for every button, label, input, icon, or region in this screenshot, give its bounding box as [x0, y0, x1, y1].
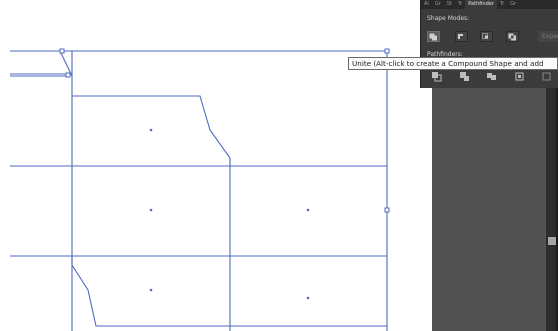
- anchor-handle-top-right: [384, 48, 390, 54]
- expand-button[interactable]: Expand: [538, 31, 558, 42]
- tab-pathfinder[interactable]: Pathfinder: [465, 0, 497, 9]
- exclude-icon: [508, 33, 516, 41]
- minus-front-mode-button[interactable]: [455, 31, 468, 42]
- intersect-mode-button[interactable]: [480, 31, 493, 42]
- unite-icon: [429, 33, 437, 41]
- tab-graphic-styles[interactable]: Gr: [507, 0, 519, 9]
- panel-tab-bar: Al Gr St Tr Pathfinder Tr Gr: [421, 0, 558, 9]
- tab-align[interactable]: Al: [421, 0, 432, 9]
- unite-tooltip: Unite (Alt-click to create a Compound Sh…: [348, 57, 558, 70]
- unite-mode-button[interactable]: [427, 31, 440, 42]
- left-stub-connector: [59, 50, 73, 77]
- merge-icon: [487, 73, 496, 80]
- anchor-handle-right-middle: [384, 207, 390, 213]
- center-point-2: [149, 208, 153, 212]
- divide-icon: [432, 72, 442, 82]
- artboard-paths[interactable]: [0, 0, 432, 331]
- pathfinder-panel: Al Gr St Tr Pathfinder Tr Gr Shape Modes: Expa…: [420, 0, 558, 88]
- outline-icon: [542, 72, 551, 81]
- shape-modes-label: Shape Modes:: [427, 15, 470, 22]
- tab-transform[interactable]: Tr: [497, 0, 507, 9]
- intersect-icon: [482, 33, 488, 39]
- center-point-4: [149, 288, 153, 292]
- anchor-handle-top-left: [59, 48, 65, 54]
- anchor-handle-left-stub: [65, 72, 71, 78]
- center-point-1: [149, 128, 153, 132]
- workspace-background: [432, 88, 546, 331]
- crop-icon: [515, 72, 524, 81]
- center-point-3: [306, 208, 310, 212]
- center-point-5: [306, 296, 310, 300]
- trim-icon: [460, 72, 469, 81]
- minus-front-icon: [458, 34, 463, 39]
- tab-stroke[interactable]: St: [444, 0, 455, 9]
- tab-gradient[interactable]: Gr: [432, 0, 444, 9]
- tab-transparency[interactable]: Tr: [455, 0, 465, 9]
- exclude-mode-button[interactable]: [506, 31, 519, 42]
